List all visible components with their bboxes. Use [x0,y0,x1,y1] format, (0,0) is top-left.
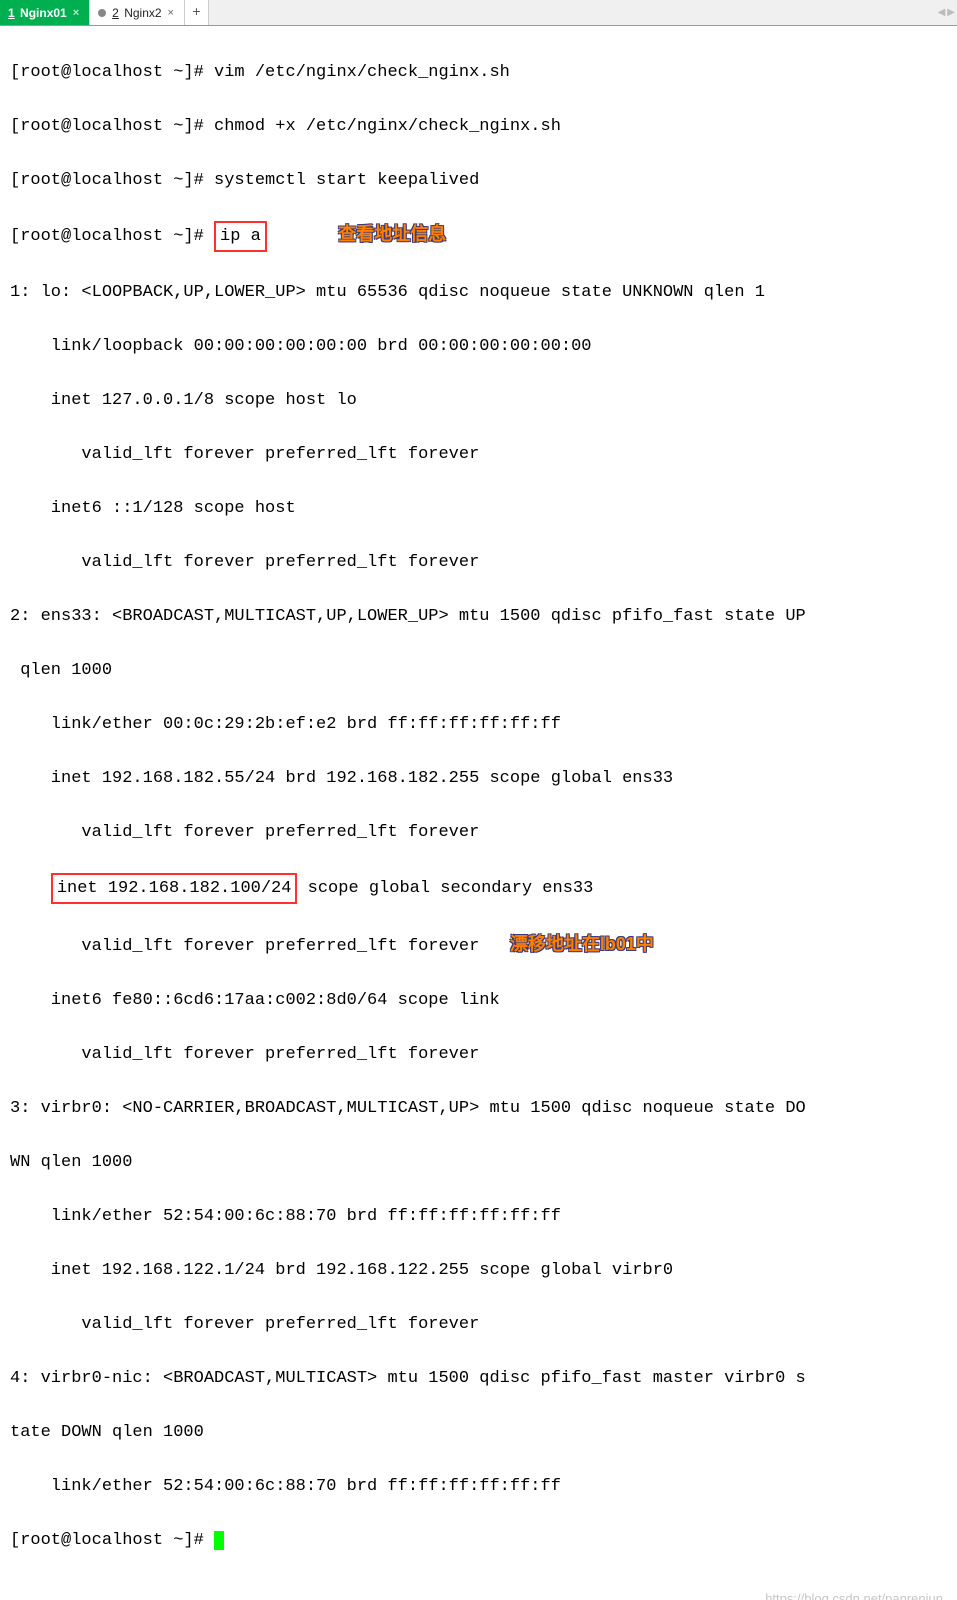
terminal-line: inet 192.168.182.100/24 scope global sec… [10,873,947,904]
terminal-line: valid_lft forever preferred_lft forever [10,819,947,846]
tab-label: Nginx2 [124,6,161,20]
terminal-line: valid_lft forever preferred_lft forever [10,549,947,576]
highlight-ip-a: ip a [214,221,267,252]
tab-num: 1 [8,6,15,20]
terminal-line: link/ether 52:54:00:6c:88:70 brd ff:ff:f… [10,1203,947,1230]
terminal-line: [root@localhost ~]# ip a 查看地址信息 [10,221,947,252]
terminal-line: WN qlen 1000 [10,1149,947,1176]
tab-nav-arrows: ◀ ▶ [938,0,955,25]
terminal-line: qlen 1000 [10,657,947,684]
terminal-line: [root@localhost ~]# vim /etc/nginx/check… [10,59,947,86]
terminal-line: inet 192.168.182.55/24 brd 192.168.182.2… [10,765,947,792]
terminal-line: inet6 fe80::6cd6:17aa:c002:8d0/64 scope … [10,987,947,1014]
terminal-line: link/loopback 00:00:00:00:00:00 brd 00:0… [10,333,947,360]
tab-bar: 1 Nginx01 × 2 Nginx2 × + ◀ ▶ [0,0,957,26]
terminal-line: [root@localhost ~]# chmod +x /etc/nginx/… [10,113,947,140]
tab-nginx2[interactable]: 2 Nginx2 × [90,0,185,25]
chevron-left-icon[interactable]: ◀ [938,7,946,19]
annotation-vip-in-lb01: 漂移地址在lb01中 [510,931,654,958]
terminal-line: tate DOWN qlen 1000 [10,1419,947,1446]
chevron-right-icon[interactable]: ▶ [947,7,955,19]
terminal-line: valid_lft forever preferred_lft forever [10,1311,947,1338]
terminal-line: 1: lo: <LOOPBACK,UP,LOWER_UP> mtu 65536 … [10,279,947,306]
tab-label: Nginx01 [20,6,67,20]
terminal-line: [root@localhost ~]# systemctl start keep… [10,167,947,194]
terminal-line: 2: ens33: <BROADCAST,MULTICAST,UP,LOWER_… [10,603,947,630]
terminal-line: inet 192.168.122.1/24 brd 192.168.122.25… [10,1257,947,1284]
annotation-view-addr: 查看地址信息 [338,221,446,248]
highlight-vip: inet 192.168.182.100/24 [51,873,298,904]
close-icon[interactable]: × [168,7,174,19]
cursor-icon [214,1531,224,1550]
terminal-line: valid_lft forever preferred_lft forever [10,1041,947,1068]
terminal-line: link/ether 52:54:00:6c:88:70 brd ff:ff:f… [10,1473,947,1500]
terminal-line: inet 127.0.0.1/8 scope host lo [10,387,947,414]
terminal-line: inet6 ::1/128 scope host [10,495,947,522]
terminal-line: 4: virbr0-nic: <BROADCAST,MULTICAST> mtu… [10,1365,947,1392]
terminal-line: 3: virbr0: <NO-CARRIER,BROADCAST,MULTICA… [10,1095,947,1122]
watermark: https://blog.csdn.net/panrenjun [765,1585,943,1600]
tab-num: 2 [112,6,119,20]
terminal-line: valid_lft forever preferred_lft forever [10,441,947,468]
add-tab-button[interactable]: + [185,0,209,25]
terminal-line: valid_lft forever preferred_lft forever … [10,931,947,960]
tab-nginx01[interactable]: 1 Nginx01 × [0,0,90,25]
terminal-prompt[interactable]: [root@localhost ~]# [10,1527,947,1554]
terminal-output[interactable]: [root@localhost ~]# vim /etc/nginx/check… [0,26,957,1600]
close-icon[interactable]: × [73,7,79,19]
terminal-line: link/ether 00:0c:29:2b:ef:e2 brd ff:ff:f… [10,711,947,738]
dot-icon [98,9,106,17]
